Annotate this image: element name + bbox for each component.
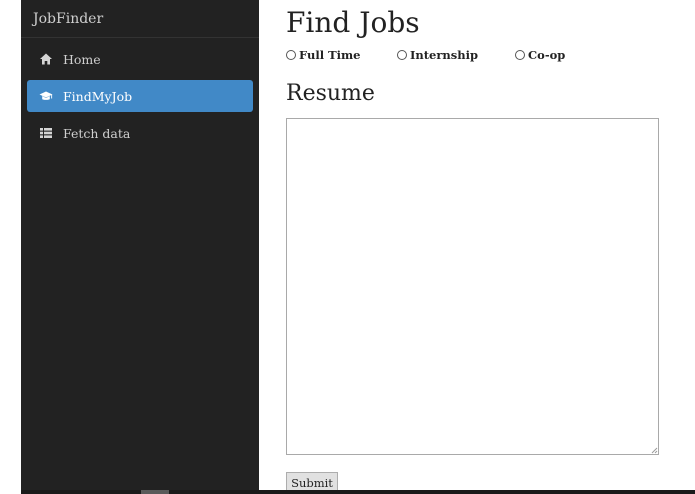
home-icon [39,52,53,66]
list-icon [39,126,53,140]
sidebar-item-findmyjob[interactable]: FindMyJob [27,80,253,112]
sidebar-item-label: FindMyJob [63,88,133,104]
sidebar-item-fetch-data[interactable]: Fetch data [27,117,253,149]
option-label: Internship [410,48,479,62]
resize-grip-icon[interactable] [650,446,658,454]
horizontal-scrollbar[interactable] [21,490,695,494]
co-op-radio[interactable] [515,50,525,60]
option-co-op[interactable]: Co-op [515,48,565,62]
resume-textarea[interactable] [286,118,659,455]
option-full-time[interactable]: Full Time [286,48,397,62]
sidebar: JobFinder Home FindMyJob Fetch data [21,0,259,494]
sidebar-item-label: Home [63,51,101,67]
job-type-options: Full Time Internship Co-op [286,47,686,63]
graduation-cap-icon [39,89,53,103]
scrollbar-thumb[interactable] [141,490,169,494]
brand-link[interactable]: JobFinder [21,0,259,38]
main-content: Find Jobs Full Time Internship Co-op Res… [286,0,686,493]
left-gutter [0,0,21,494]
internship-radio[interactable] [397,50,407,60]
option-label: Full Time [299,48,361,62]
sidebar-nav: Home FindMyJob Fetch data [21,38,259,149]
full-time-radio[interactable] [286,50,296,60]
sidebar-item-label: Fetch data [63,125,131,141]
option-label: Co-op [528,48,566,62]
page-title: Find Jobs [286,6,420,39]
resume-heading: Resume [286,81,375,106]
option-internship[interactable]: Internship [397,48,515,62]
sidebar-item-home[interactable]: Home [27,43,253,75]
page: JobFinder Home FindMyJob Fetch data Find… [0,0,695,494]
